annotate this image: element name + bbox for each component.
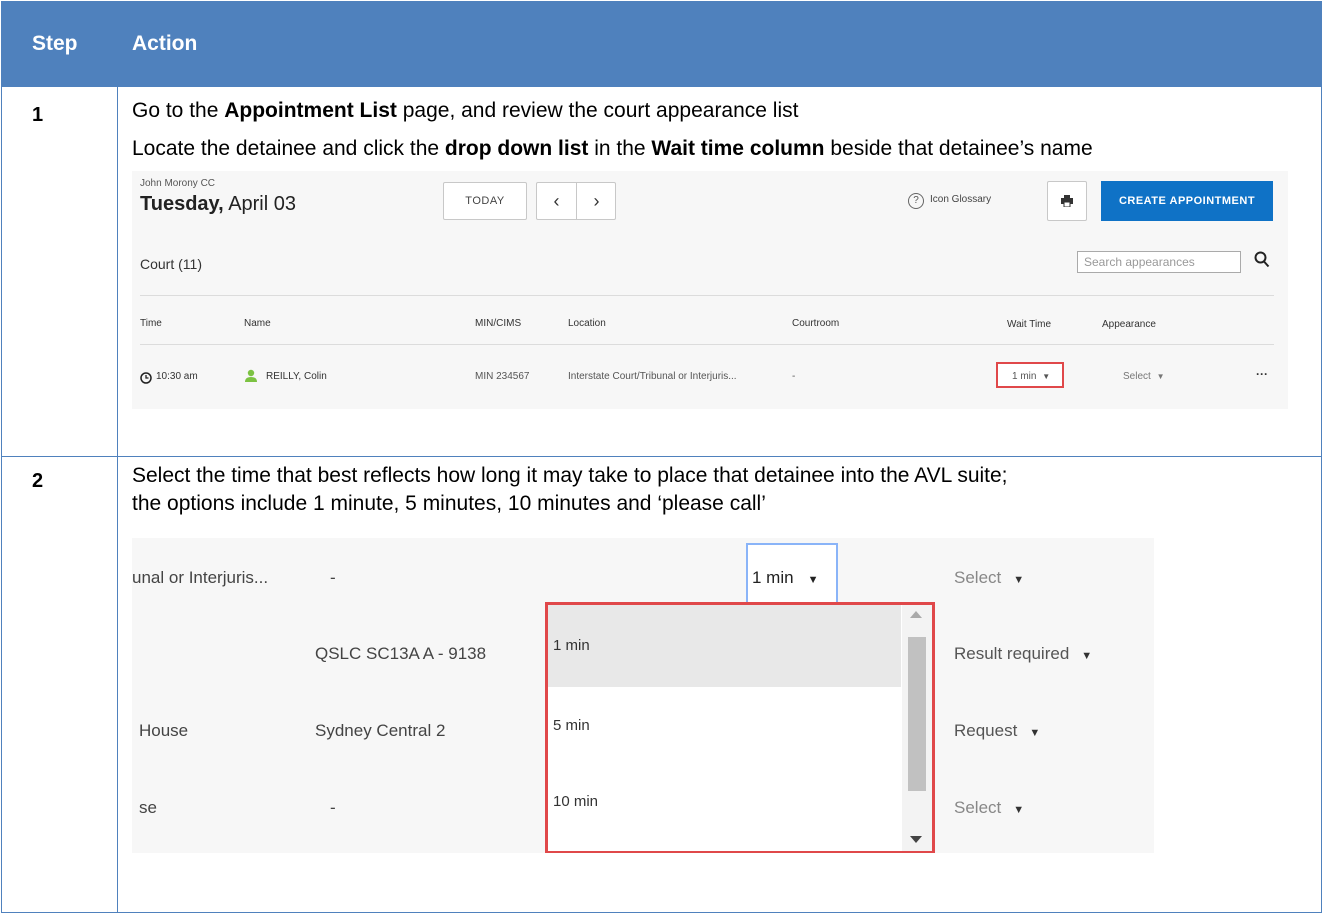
caret-down-icon: ▼ (1013, 804, 1025, 816)
court-heading: Court (11) (140, 256, 202, 272)
row1-location: unal or Interjuris... (132, 568, 269, 587)
print-button[interactable] (1047, 181, 1087, 221)
step-number-1: 1 (1, 86, 118, 457)
appearance-dropdown[interactable]: Select ▼ (1123, 371, 1165, 382)
search-icon[interactable] (1254, 251, 1270, 269)
step1-instruction-1: Go to the Appointment List page, and rev… (132, 99, 799, 122)
row4-location: se (139, 798, 157, 817)
wait-time-options-list[interactable]: 1 min 5 min 10 min (545, 602, 935, 853)
step2-instruction-2: the options include 1 minute, 5 minutes,… (132, 492, 766, 515)
col-time: Time (140, 318, 162, 329)
header-step: Step (1, 1, 118, 87)
caret-down-icon: ▼ (1081, 650, 1093, 662)
col-min-cims: MIN/CIMS (475, 318, 522, 329)
appointment-list-screenshot: John Morony CC Tuesday, April 03 TODAY ‹… (132, 171, 1288, 409)
more-options-icon[interactable]: ··· (1256, 367, 1268, 381)
caret-down-icon: ▼ (1013, 574, 1025, 586)
step1-instruction-2: Locate the detainee and click the drop d… (132, 137, 1093, 160)
caret-down-icon: ▼ (807, 574, 819, 586)
row-name[interactable]: REILLY, Colin (266, 371, 327, 382)
row3-location: House (139, 721, 189, 740)
step-number-2: 2 (1, 456, 118, 913)
create-appointment-button[interactable]: CREATE APPOINTMENT (1101, 181, 1273, 221)
option-5-min[interactable]: 5 min (553, 717, 590, 734)
prev-day-button[interactable]: ‹ (537, 183, 577, 219)
col-appearance: Appearance (1102, 319, 1156, 330)
step-action-table: Step Action 1 Go to the Appointment List… (1, 1, 1322, 913)
row4-courtroom: - (330, 798, 336, 817)
next-day-button[interactable]: › (577, 183, 616, 219)
row4-appearance[interactable]: Select ▼ (954, 798, 1024, 818)
wait-time-value: 1 min ▼ (752, 568, 819, 587)
row-courtroom: - (792, 371, 796, 382)
print-icon (1061, 195, 1073, 207)
row2-courtroom: QSLC SC13A A - 9138 (315, 644, 487, 663)
header-action: Action (117, 1, 1322, 87)
caret-down-icon: ▼ (1029, 727, 1041, 739)
wait-time-dropdown[interactable]: 1 min ▼ (1012, 371, 1050, 382)
step-1-action: Go to the Appointment List page, and rev… (117, 86, 1322, 457)
date-nav: ‹ › (536, 182, 616, 220)
help-icon: ? (908, 193, 924, 209)
search-input[interactable]: Search appearances (1077, 251, 1241, 273)
row1-appearance[interactable]: Select ▼ (954, 568, 1024, 588)
row-min: MIN 234567 (475, 371, 530, 382)
row2-appearance[interactable]: Result required ▼ (954, 644, 1092, 664)
row3-courtroom: Sydney Central 2 (315, 721, 446, 740)
caret-down-icon: ▼ (1042, 372, 1051, 381)
col-location: Location (568, 318, 606, 329)
centre-name: John Morony CC (140, 178, 216, 189)
row-location: Interstate Court/Tribunal or Interjuris.… (568, 371, 737, 382)
col-wait-time: Wait Time (1007, 319, 1052, 330)
person-icon (245, 369, 257, 382)
caret-down-icon: ▼ (1156, 372, 1165, 381)
today-button[interactable]: TODAY (443, 182, 527, 220)
row-time: 10:30 am (156, 371, 198, 382)
step-2-action: Select the time that best reflects how l… (117, 456, 1322, 913)
col-name: Name (244, 318, 271, 329)
row-divider (140, 344, 1274, 345)
step2-instruction-1: Select the time that best reflects how l… (132, 464, 1008, 487)
row3-appearance[interactable]: Request ▼ (954, 721, 1040, 741)
scrollbar-track[interactable] (902, 605, 932, 851)
clock-icon (140, 372, 152, 384)
header-divider (140, 295, 1274, 296)
option-1-min[interactable]: 1 min (553, 637, 590, 654)
col-courtroom: Courtroom (792, 318, 840, 329)
scroll-down-icon[interactable] (910, 836, 922, 843)
icon-glossary-link[interactable]: Icon Glossary (930, 194, 991, 205)
wait-time-dropdown-screenshot: unal or Interjuris... - 1 min ▼ Select ▼ Q… (132, 538, 1154, 853)
scroll-up-icon[interactable] (910, 611, 922, 618)
row1-courtroom: - (330, 568, 336, 587)
page-date: Tuesday, April 03 (140, 193, 296, 215)
scrollbar-thumb[interactable] (908, 637, 926, 791)
option-10-min[interactable]: 10 min (553, 793, 598, 810)
option-selected-bg (548, 605, 901, 687)
